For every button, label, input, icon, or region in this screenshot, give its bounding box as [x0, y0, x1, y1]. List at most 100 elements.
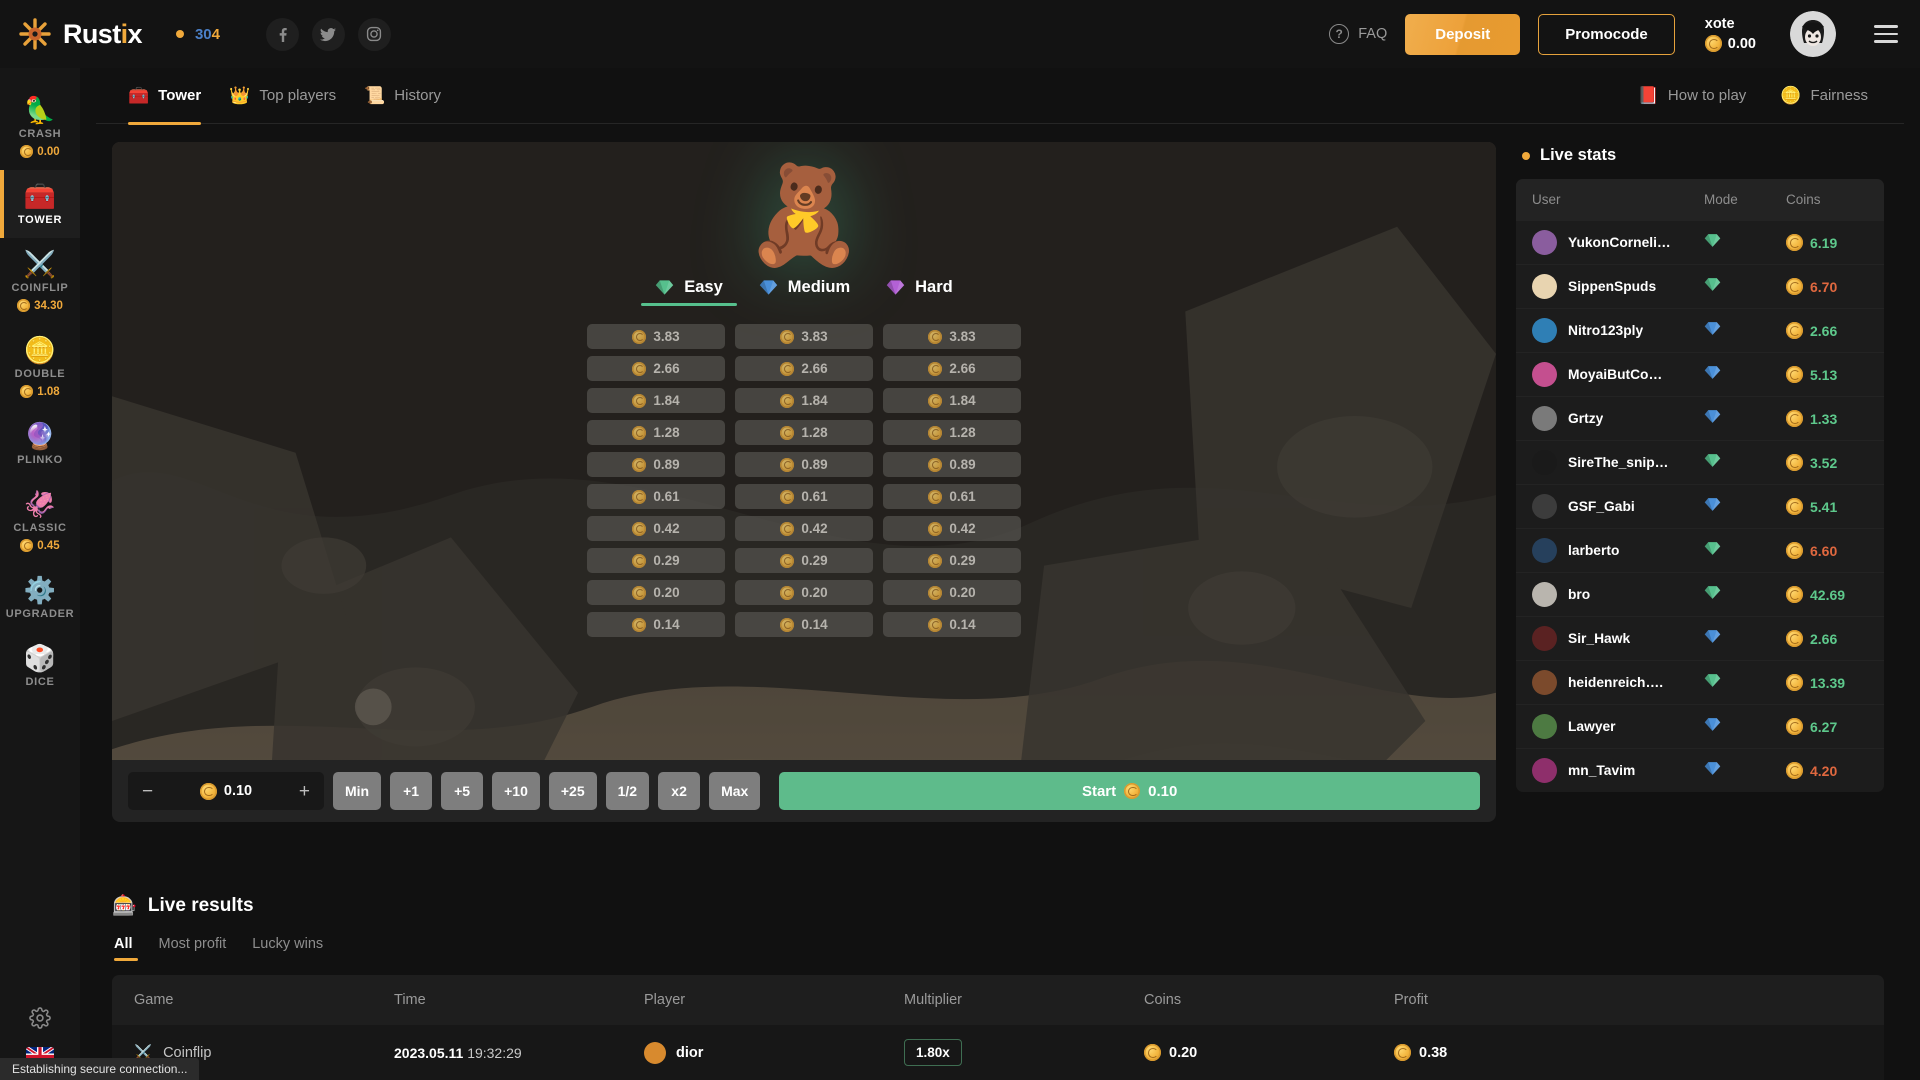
bet-quick-12[interactable]: 1/2	[605, 772, 650, 810]
difficulty-medium[interactable]: Medium	[759, 278, 850, 306]
difficulty-hard[interactable]: Hard	[886, 278, 953, 306]
bet-quick-min[interactable]: Min	[333, 772, 382, 810]
live-stats-row[interactable]: SippenSpuds 6.70	[1516, 264, 1884, 308]
tower-cell[interactable]: 1.84	[735, 388, 873, 413]
tower-cell[interactable]: 0.20	[735, 580, 873, 605]
tower-cell[interactable]: 2.66	[587, 356, 725, 381]
bet-quick-x2[interactable]: x2	[658, 772, 701, 810]
user-info[interactable]: xote 0.00	[1704, 16, 1756, 52]
stats-user: YukonCorneli…	[1532, 230, 1704, 255]
brand-logo[interactable]: Rustix	[18, 17, 143, 51]
tower-cell[interactable]: 0.89	[735, 452, 873, 477]
link-how-to-play[interactable]: 📕 How to play	[1638, 68, 1747, 124]
results-tab-all[interactable]: All	[114, 936, 138, 961]
results-tab-lucky-wins[interactable]: Lucky wins	[252, 936, 323, 961]
tower-cell-value: 0.89	[949, 457, 976, 472]
tower-cell[interactable]: 1.28	[883, 420, 1021, 445]
twitter-icon[interactable]	[311, 17, 345, 51]
link-fairness[interactable]: 🪙 Fairness	[1780, 68, 1868, 124]
live-stats-row[interactable]: bro 42.69	[1516, 572, 1884, 616]
bet-increase-button[interactable]: +	[299, 782, 310, 801]
tower-cell[interactable]: 0.29	[735, 548, 873, 573]
bet-quick-max[interactable]: Max	[709, 772, 761, 810]
tower-cell[interactable]: 0.42	[883, 516, 1021, 541]
bet-quick-10[interactable]: +10	[492, 772, 540, 810]
tower-cell[interactable]: 0.14	[735, 612, 873, 637]
coin-icon	[1704, 35, 1722, 52]
live-stats-row[interactable]: GSF_Gabi 5.41	[1516, 484, 1884, 528]
live-stats-row[interactable]: YukonCorneli… 6.19	[1516, 220, 1884, 264]
menu-button[interactable]	[1874, 25, 1898, 43]
tower-cell[interactable]: 0.20	[587, 580, 725, 605]
live-results-section: 🎰 Live results All Most profit Lucky wins …	[80, 867, 1920, 1080]
deposit-button[interactable]: Deposit	[1405, 13, 1521, 55]
tower-cell[interactable]: 1.84	[883, 388, 1021, 413]
tower-cell[interactable]: 0.61	[735, 484, 873, 509]
tower-cell[interactable]: 0.14	[883, 612, 1021, 637]
gem-icon	[886, 280, 905, 295]
stats-coins-value: 5.13	[1810, 366, 1838, 383]
facebook-icon[interactable]	[265, 17, 299, 51]
tower-cell[interactable]: 2.66	[883, 356, 1021, 381]
avatar[interactable]	[1790, 11, 1836, 57]
live-stats-row[interactable]: Nitro123ply 2.66	[1516, 308, 1884, 352]
instagram-icon[interactable]	[357, 17, 391, 51]
promocode-button[interactable]: Promocode	[1538, 13, 1675, 55]
sidebar-item-upgrader[interactable]: ⚙️ UPGRADER	[0, 564, 80, 632]
col-multiplier: Multiplier	[904, 992, 963, 1008]
tower-cell[interactable]: 0.89	[883, 452, 1021, 477]
start-button[interactable]: Start 0.10	[779, 772, 1480, 810]
sidebar-item-classic[interactable]: 🦑 CLASSIC 0.45	[0, 478, 80, 564]
tower-cell[interactable]: 0.61	[587, 484, 725, 509]
live-stats-row[interactable]: MoyaiButCo… 5.13	[1516, 352, 1884, 396]
live-stats-row[interactable]: Grtzy 1.33	[1516, 396, 1884, 440]
live-stats-row[interactable]: SireThe_snip… 3.52	[1516, 440, 1884, 484]
results-tab-most-profit[interactable]: Most profit	[159, 936, 227, 961]
tab-history[interactable]: 📜 History	[364, 68, 441, 124]
tower-cell[interactable]: 0.42	[735, 516, 873, 541]
live-stats-row[interactable]: heidenreich…. 13.39	[1516, 660, 1884, 704]
tower-cell[interactable]: 0.29	[883, 548, 1021, 573]
live-stats-row[interactable]: Lawyer 6.27	[1516, 704, 1884, 748]
sidebar-item-double[interactable]: 🪙 DOUBLE 1.08	[0, 324, 80, 410]
sidebar-item-dice[interactable]: 🎲 DICE	[0, 632, 80, 700]
live-stats-header: Live stats	[1522, 146, 1884, 165]
stats-user: bro	[1532, 582, 1704, 607]
tower-cell[interactable]: 0.89	[587, 452, 725, 477]
bet-amount-stepper[interactable]: − 0.10 +	[128, 772, 324, 810]
tower-cell[interactable]: 3.83	[587, 324, 725, 349]
tower-cell[interactable]: 3.83	[735, 324, 873, 349]
bet-quick-25[interactable]: +25	[548, 772, 597, 810]
difficulty-easy[interactable]: Easy	[641, 278, 737, 306]
tower-cell[interactable]: 0.42	[587, 516, 725, 541]
coin-icon	[780, 329, 795, 344]
results-header-row: Game Time Player Multiplier Coins Profit	[112, 975, 1884, 1025]
bet-decrease-button[interactable]: −	[142, 782, 153, 801]
live-stats-row[interactable]: larberto 6.60	[1516, 528, 1884, 572]
gear-icon[interactable]	[29, 1007, 51, 1029]
tower-cell[interactable]: 1.28	[587, 420, 725, 445]
tab-tower[interactable]: 🧰 Tower	[128, 68, 202, 125]
tower-cell-value: 0.42	[801, 521, 828, 536]
tower-cell[interactable]: 2.66	[735, 356, 873, 381]
stats-mode	[1704, 716, 1786, 738]
tower-cell[interactable]: 0.61	[883, 484, 1021, 509]
tower-cell[interactable]: 1.84	[587, 388, 725, 413]
tower-cell[interactable]: 0.14	[587, 612, 725, 637]
sidebar-item-crash[interactable]: 🦜 CRASH 0.00	[0, 84, 80, 170]
tower-cell[interactable]: 1.28	[735, 420, 873, 445]
bet-quick-1[interactable]: +1	[390, 772, 433, 810]
table-row[interactable]: ⚔️ Coinflip 2023.05.11 19:32:29 dior 1.80x 0.…	[112, 1025, 1884, 1080]
tower-cell[interactable]: 0.29	[587, 548, 725, 573]
bet-quick-5[interactable]: +5	[441, 772, 484, 810]
live-stats-row[interactable]: Sir_Hawk 2.66	[1516, 616, 1884, 660]
sidebar-item-plinko[interactable]: 🔮 PLINKO	[0, 410, 80, 478]
coin-icon	[780, 457, 795, 472]
sidebar-item-tower[interactable]: 🧰 TOWER	[0, 170, 80, 238]
sidebar-item-coinflip[interactable]: ⚔️ COINFLIP 34.30	[0, 238, 80, 324]
live-stats-row[interactable]: mn_Tavim 4.20	[1516, 748, 1884, 792]
tab-top-players[interactable]: 👑 Top players	[229, 68, 336, 124]
tower-cell[interactable]: 0.20	[883, 580, 1021, 605]
tower-cell[interactable]: 3.83	[883, 324, 1021, 349]
faq-link[interactable]: ? FAQ	[1329, 24, 1387, 44]
